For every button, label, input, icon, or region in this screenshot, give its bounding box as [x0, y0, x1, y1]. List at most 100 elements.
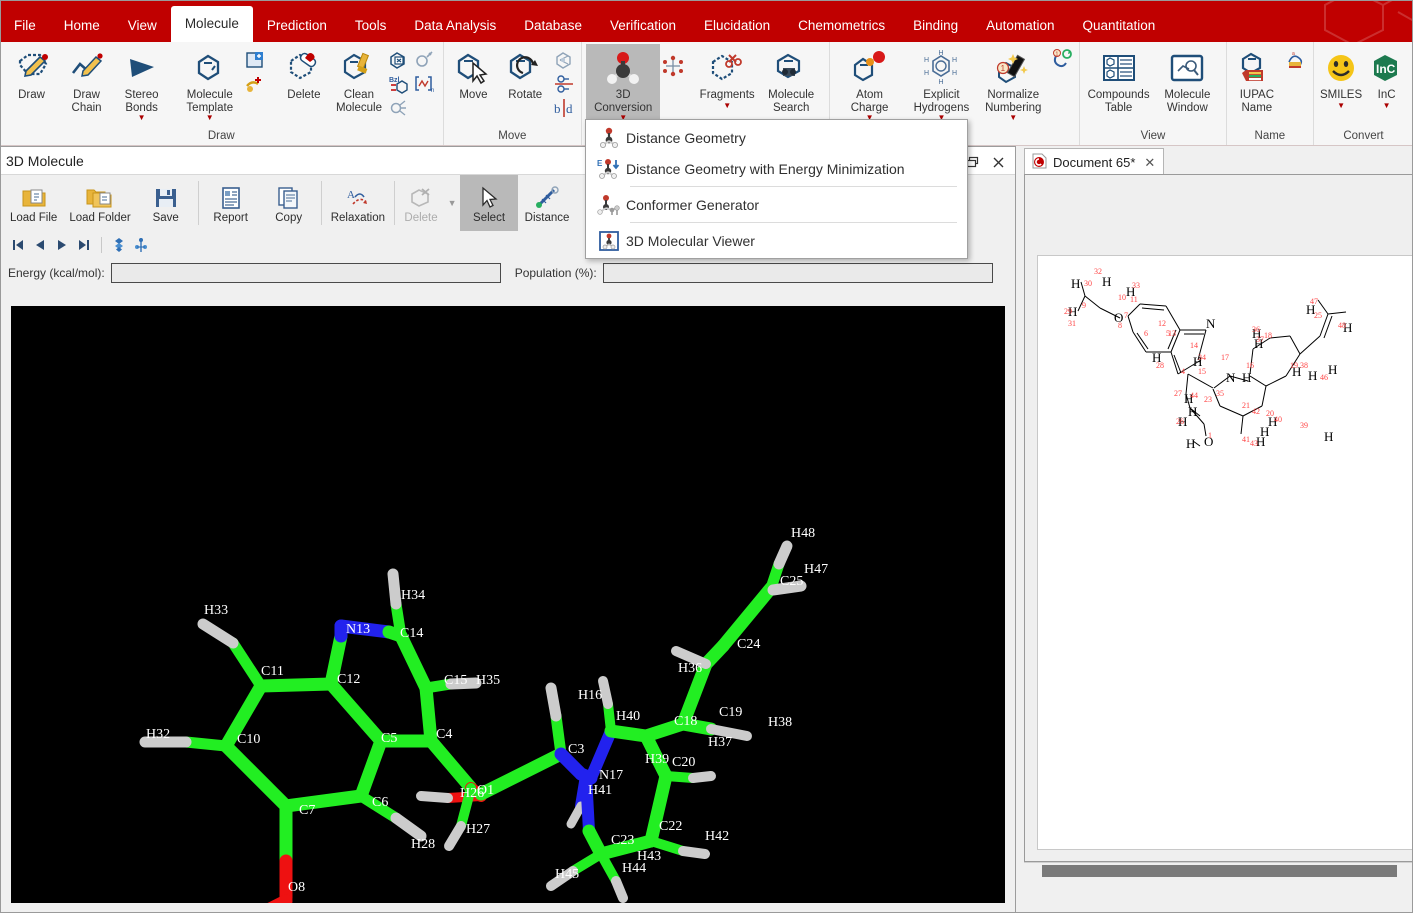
first-conformer-button[interactable] [8, 235, 28, 255]
relaxation-button[interactable]: A Relaxation [325, 175, 391, 231]
atom-charge-button[interactable]: Atom Charge ▼ [834, 44, 906, 122]
rotate-button[interactable]: Rotate [499, 44, 551, 102]
distance-geometry-icon [592, 127, 626, 149]
ribbon-tab-molecule[interactable]: Molecule [170, 6, 253, 42]
normalize-numbering-button[interactable]: 1 Normalize Numbering ▼ [977, 44, 1049, 122]
draw-chain-button[interactable]: Draw Chain [59, 44, 114, 114]
ribbon-tab-quantitation[interactable]: Quantitation [1068, 10, 1169, 42]
stack-conformers-button[interactable] [109, 235, 129, 255]
3d-conversion-button[interactable]: 3D Conversion ▼ [586, 44, 661, 126]
chevron-down-icon[interactable]: ▼ [1383, 101, 1391, 110]
svg-text:23: 23 [1204, 395, 1212, 404]
fragments-button[interactable]: Fragments ▼ [695, 44, 759, 110]
chevron-down-icon[interactable]: ▼ [206, 114, 214, 122]
template-save-icon[interactable] [242, 72, 268, 96]
ribbon-tab-binding[interactable]: Binding [899, 10, 972, 42]
chevron-down-icon[interactable]: ▼ [1009, 114, 1017, 122]
name-extra-tools: a [1283, 44, 1309, 72]
aromatize-icon[interactable] [412, 48, 438, 72]
benzyl-group-icon[interactable]: Bzl [386, 72, 412, 96]
close-button[interactable] [985, 151, 1011, 173]
energy-field[interactable] [110, 263, 501, 283]
menu-item-distance-geometry[interactable]: Distance Geometry [586, 122, 967, 153]
document-area[interactable]: O N N O H H H H H H H H H H H H H H H H … [1024, 174, 1413, 862]
load-folder-button[interactable]: Load Folder [63, 175, 136, 231]
ribbon-tab-verification[interactable]: Verification [596, 10, 690, 42]
scrollbar-thumb[interactable] [1042, 865, 1397, 877]
distance-button[interactable]: Distance [518, 175, 576, 231]
flip-3d-icon[interactable] [551, 48, 577, 72]
ribbon-tab-tools[interactable]: Tools [341, 10, 401, 42]
population-field[interactable] [602, 263, 993, 283]
next-conformer-button[interactable] [52, 235, 72, 255]
iupac-name-label: IUPAC Name [1239, 89, 1274, 114]
chevron-down-icon[interactable]: ▼ [138, 114, 146, 122]
stereo-bonds-button[interactable]: Stereo Bonds ▼ [114, 44, 169, 122]
report-button[interactable]: Report [202, 175, 260, 231]
ribbon-tab-automation[interactable]: Automation [972, 10, 1068, 42]
svg-text:H: H [924, 70, 929, 77]
iupac-name-button[interactable]: IUPAC Name [1231, 44, 1283, 114]
ribbon-group-convert: SMILES ▼ InC InC ▼ Convert [1314, 42, 1413, 145]
move-label: Move [459, 89, 488, 101]
delete-dropdown-button[interactable]: ▼ [444, 175, 460, 231]
ribbon-group-view: Compounds Table Molecule Window View [1080, 42, 1227, 145]
clean-bonds-icon[interactable] [386, 96, 412, 120]
ribbon-tab-prediction[interactable]: Prediction [253, 10, 341, 42]
renumber-icon[interactable]: 1 [1049, 48, 1075, 72]
prev-conformer-button[interactable] [30, 235, 50, 255]
svg-text:28: 28 [1156, 361, 1164, 370]
ribbon-tab-data-analysis[interactable]: Data Analysis [400, 10, 510, 42]
delete-button[interactable]: Delete [276, 44, 331, 102]
svg-text:25: 25 [1314, 311, 1322, 320]
molecule-template-icon [193, 47, 227, 89]
explicit-hydrogens-button[interactable]: H H H H H H Explicit Hydrogens ▼ [906, 44, 978, 122]
flip-horizontal-icon[interactable] [551, 72, 577, 96]
polymer-bracket-icon[interactable]: n [412, 72, 438, 96]
save-button[interactable]: Save [137, 175, 195, 231]
align-conformers-button[interactable] [131, 235, 151, 255]
molecule-search-label: Molecule Search [768, 89, 815, 114]
document-tab[interactable]: Document 65* ✕ [1024, 148, 1165, 176]
ribbon-tab-elucidation[interactable]: Elucidation [690, 10, 784, 42]
compounds-table-button[interactable]: Compounds Table [1084, 44, 1153, 114]
molecule-template-button[interactable]: Molecule Template ▼ [178, 44, 242, 122]
molecule-search-button[interactable]: Molecule Search [759, 44, 823, 114]
close-icon[interactable]: ✕ [1144, 155, 1155, 171]
menu-item-3d-molecular-viewer[interactable]: 3D Molecular Viewer [586, 225, 967, 256]
inchi-icon: InC [1370, 47, 1404, 89]
3d-molecule-viewport[interactable]: H48 H47 C25 C24 H36 C19 H38 C18 H37 H39 C20 H16 H40 C… [11, 306, 1005, 903]
chevron-down-icon[interactable]: ▼ [448, 198, 457, 208]
draw-button[interactable]: Draw [4, 44, 59, 102]
menu-item-conformer-generator[interactable]: Conformer Generator [586, 189, 967, 220]
molecule-3d-small-icon[interactable] [660, 54, 686, 78]
document-page[interactable]: O N N O H H H H H H H H H H H H H H H H … [1037, 255, 1413, 850]
flip-vertical-icon[interactable]: b d [551, 96, 577, 120]
menu-item-distance-geometry-energy[interactable]: E Distance Geometry with Energy Minimiza… [586, 153, 967, 184]
last-conformer-button[interactable] [74, 235, 94, 255]
document-horizontal-scrollbar[interactable] [1024, 862, 1413, 878]
molecule-window-button[interactable]: Molecule Window [1153, 44, 1222, 114]
ribbon-tab-view[interactable]: View [114, 10, 171, 42]
delete-button[interactable]: Delete [398, 175, 444, 231]
ribbon-tab-chemometrics[interactable]: Chemometrics [784, 10, 899, 42]
svg-text:H: H [952, 57, 957, 64]
copy-button[interactable]: Copy [260, 175, 318, 231]
svg-text:36: 36 [1252, 325, 1260, 334]
select-button[interactable]: Select [460, 175, 519, 231]
add-template-icon[interactable] [242, 48, 268, 72]
move-button[interactable]: Move [448, 44, 500, 102]
chevron-down-icon[interactable]: ▼ [1337, 101, 1345, 110]
3d-conversion-dropdown-menu[interactable]: Distance Geometry E Distance Geometry wi… [585, 119, 968, 259]
inchi-button[interactable]: InC InC ▼ [1364, 44, 1409, 110]
toolbar-separator [394, 181, 396, 225]
ribbon-tab-home[interactable]: Home [50, 10, 114, 42]
smiles-button[interactable]: SMILES ▼ [1318, 44, 1364, 110]
chevron-down-icon[interactable]: ▼ [723, 101, 731, 110]
ribbon-tab-database[interactable]: Database [510, 10, 596, 42]
ribbon-tab-file[interactable]: File [0, 10, 50, 42]
load-file-button[interactable]: Load File [4, 175, 63, 231]
remove-explicit-icon[interactable] [386, 48, 412, 72]
clean-molecule-button[interactable]: Clean Molecule [331, 44, 386, 114]
name-to-structure-icon[interactable]: a [1283, 48, 1309, 72]
